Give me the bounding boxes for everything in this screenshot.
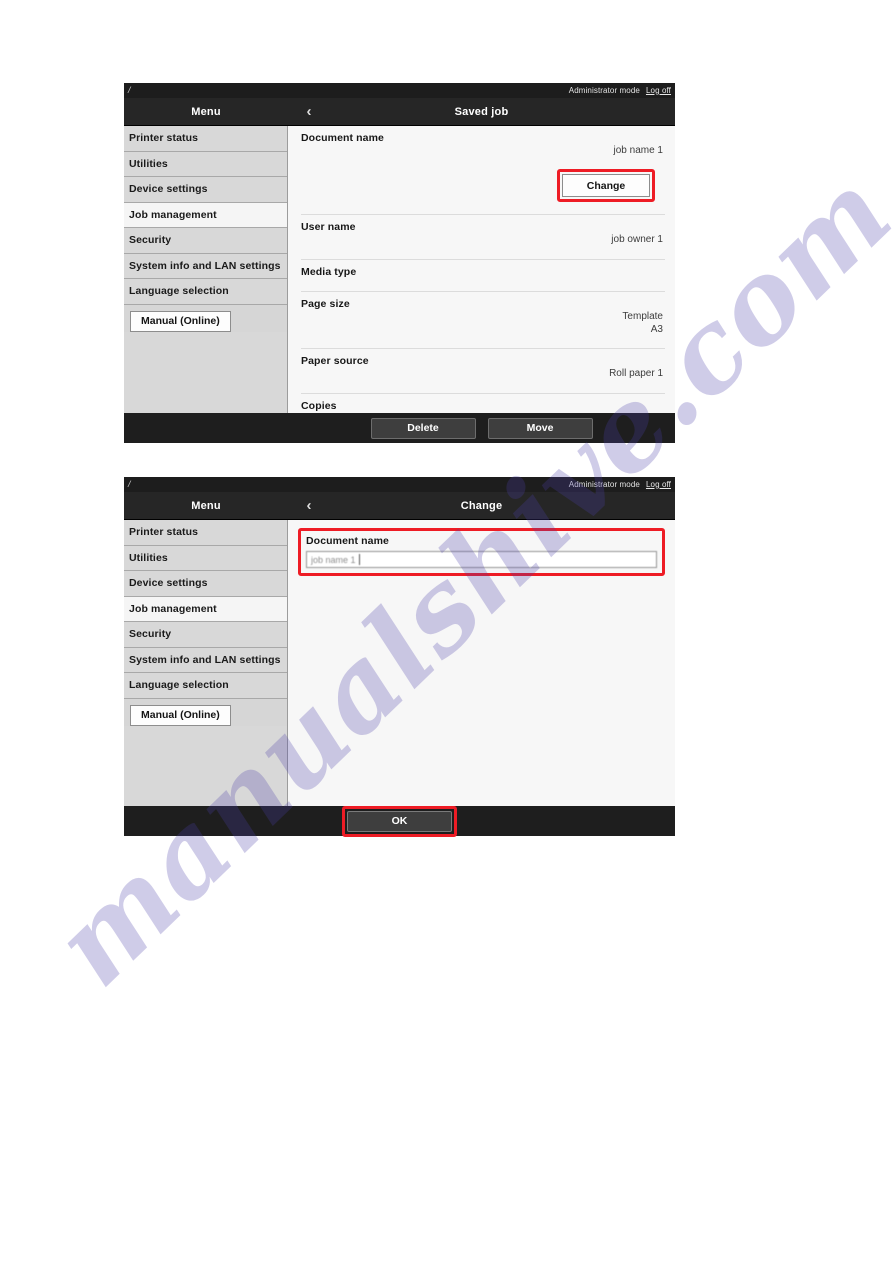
delete-button[interactable]: Delete	[370, 417, 476, 439]
detail-value-user-name: job owner 1	[611, 234, 663, 245]
sidebar-item-utilities[interactable]: Utilities	[124, 545, 287, 571]
document-name-label: Document name	[306, 535, 389, 547]
detail-label-document-name: Document name	[301, 132, 384, 144]
text-caret	[358, 554, 360, 565]
screenshot-saved-job: / Administrator mode Log off Menu ‹ Save…	[124, 83, 675, 443]
header-bar: Menu ‹ Saved job	[124, 98, 675, 126]
document-name-input-value: job name 1	[311, 554, 356, 565]
sidebar: Printer status Utilities Device settings…	[124, 126, 288, 413]
content-panel: Document name job name 1 Change User nam…	[288, 126, 675, 413]
sidebar-item-language-selection[interactable]: Language selection	[124, 279, 287, 305]
detail-label-page-size: Page size	[301, 298, 350, 310]
detail-value-page-size-template: Template	[622, 311, 663, 322]
form-area: Document name job name 1	[288, 520, 675, 576]
sidebar-item-printer-status[interactable]: Printer status	[124, 520, 287, 546]
document-name-input[interactable]: job name 1	[306, 551, 657, 568]
detail-label-copies: Copies	[301, 400, 337, 412]
sidebar-item-device-settings[interactable]: Device settings	[124, 571, 287, 597]
job-detail-list: Document name job name 1 Change User nam…	[288, 126, 675, 413]
detail-row-paper-source: Paper source Roll paper 1	[301, 349, 665, 394]
header-bar: Menu ‹ Change	[124, 492, 675, 520]
detail-value-paper-source: Roll paper 1	[609, 368, 663, 379]
sidebar-item-device-settings[interactable]: Device settings	[124, 177, 287, 203]
ok-button[interactable]: OK	[347, 810, 452, 832]
content-panel: Document name job name 1	[288, 520, 675, 806]
sidebar-item-printer-status[interactable]: Printer status	[124, 126, 287, 152]
sidebar: Printer status Utilities Device settings…	[124, 520, 288, 806]
detail-row-user-name: User name job owner 1	[301, 215, 665, 260]
back-arrow-icon[interactable]: ‹	[288, 98, 330, 125]
sidebar-filler	[124, 725, 287, 806]
topbar: / Administrator mode Log off	[124, 477, 675, 492]
sidebar-item-job-management[interactable]: Job management	[124, 596, 287, 622]
log-off-link[interactable]: Log off	[646, 86, 671, 96]
manual-online-button[interactable]: Manual (Online)	[130, 704, 231, 726]
detail-label-user-name: User name	[301, 221, 356, 233]
page-title: Saved job	[454, 105, 509, 118]
sidebar-item-security[interactable]: Security	[124, 622, 287, 648]
breadcrumb-slash: /	[128, 85, 131, 95]
change-button-highlight: Change	[557, 169, 655, 202]
back-arrow-icon[interactable]: ‹	[288, 492, 330, 519]
manual-button-wrap: Manual (Online)	[124, 699, 287, 726]
footer-action-bar: OK	[124, 805, 675, 837]
manual-online-button[interactable]: Manual (Online)	[130, 310, 231, 332]
detail-label-paper-source: Paper source	[301, 355, 369, 367]
footer-action-bar: Delete Move	[124, 413, 675, 443]
detail-row-document-name: Document name job name 1 Change	[301, 126, 665, 215]
sidebar-item-utilities[interactable]: Utilities	[124, 151, 287, 177]
page-title: Change	[460, 499, 503, 512]
detail-row-copies: Copies	[301, 394, 665, 413]
log-off-link[interactable]: Log off	[646, 480, 671, 490]
menu-title: Menu	[191, 105, 221, 118]
sidebar-item-language-selection[interactable]: Language selection	[124, 673, 287, 699]
detail-label-media-type: Media type	[301, 266, 357, 278]
move-button[interactable]: Move	[487, 417, 593, 439]
ok-button-highlight: OK	[342, 805, 457, 837]
sidebar-item-system-info-and-lan-settings[interactable]: System info and LAN settings	[124, 647, 287, 673]
administrator-mode-label: Administrator mode	[568, 479, 640, 489]
topbar: / Administrator mode Log off	[124, 83, 675, 98]
menu-title: Menu	[191, 499, 221, 512]
detail-value-page-size-a3: A3	[650, 324, 663, 335]
sidebar-filler	[124, 331, 287, 413]
change-button[interactable]: Change	[562, 174, 650, 197]
sidebar-item-job-management[interactable]: Job management	[124, 202, 287, 228]
detail-row-media-type: Media type	[301, 260, 665, 292]
administrator-mode-label: Administrator mode	[568, 85, 640, 95]
screenshot-change: / Administrator mode Log off Menu ‹ Chan…	[124, 477, 675, 837]
body-split: Printer status Utilities Device settings…	[124, 126, 675, 413]
detail-value-document-name: job name 1	[613, 145, 663, 156]
sidebar-item-system-info-and-lan-settings[interactable]: System info and LAN settings	[124, 253, 287, 279]
body-split: Printer status Utilities Device settings…	[124, 520, 675, 806]
sidebar-item-security[interactable]: Security	[124, 228, 287, 254]
manual-button-wrap: Manual (Online)	[124, 305, 287, 332]
detail-row-page-size: Page size Template A3	[301, 292, 665, 349]
breadcrumb-slash: /	[128, 479, 131, 489]
document-name-field-highlight: Document name job name 1	[298, 528, 665, 576]
